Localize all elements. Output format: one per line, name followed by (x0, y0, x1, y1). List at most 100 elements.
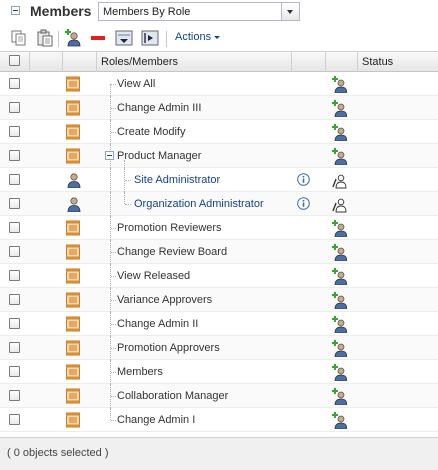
column-label: Roles/Members (101, 56, 179, 68)
role-row[interactable]: Change Review Board (0, 240, 438, 264)
role-name[interactable]: Create Modify (117, 126, 185, 138)
column-header-status[interactable]: Status (358, 52, 438, 72)
tree-line (111, 324, 116, 325)
add-member-icon[interactable] (331, 411, 348, 430)
edit-member-icon[interactable] (331, 171, 347, 189)
column-header-roles-members[interactable]: Roles/Members (97, 52, 292, 72)
toolbar-separator (58, 31, 59, 47)
actions-menu[interactable]: Actions (175, 31, 221, 43)
role-row[interactable]: View All (0, 72, 438, 96)
role-document-icon (65, 340, 81, 356)
remove-member-icon[interactable] (88, 28, 108, 48)
add-member-icon[interactable] (331, 243, 348, 262)
column-actions (326, 52, 358, 72)
row-checkbox[interactable] (9, 246, 20, 257)
selection-status: ( 0 objects selected ) (7, 447, 109, 459)
add-member-icon[interactable] (331, 147, 348, 166)
add-member-icon[interactable] (331, 363, 348, 382)
role-name[interactable]: Change Review Board (117, 246, 227, 258)
row-checkbox[interactable] (9, 126, 20, 137)
row-checkbox[interactable] (9, 174, 20, 185)
role-document-icon (65, 316, 81, 332)
role-row[interactable]: Promotion Approvers (0, 336, 438, 360)
row-checkbox[interactable] (9, 366, 20, 377)
role-name[interactable]: View Released (117, 270, 190, 282)
row-checkbox[interactable] (9, 342, 20, 353)
add-member-icon[interactable] (331, 315, 348, 334)
tree-line (124, 192, 125, 204)
role-row[interactable]: Promotion Reviewers (0, 216, 438, 240)
role-row[interactable]: Change Admin III (0, 96, 438, 120)
add-member-icon[interactable] (331, 387, 348, 406)
actions-label: Actions (175, 31, 212, 43)
column-blank-1 (30, 52, 63, 72)
grid-header: Roles/Members Status (0, 51, 438, 72)
collapse-panel-button[interactable] (11, 6, 20, 15)
member-row[interactable]: Site Administrator (0, 168, 438, 192)
tree-line (110, 408, 111, 420)
role-name[interactable]: View All (117, 78, 155, 90)
add-member-icon[interactable] (331, 123, 348, 142)
add-member-icon[interactable] (331, 99, 348, 118)
role-name[interactable]: Change Admin III (117, 102, 201, 114)
tree-line (111, 84, 116, 85)
role-document-icon (65, 220, 81, 236)
select-all-checkbox[interactable] (9, 55, 20, 66)
role-row[interactable]: Create Modify (0, 120, 438, 144)
tree-line (111, 252, 116, 253)
row-checkbox[interactable] (9, 78, 20, 89)
tree-line (111, 348, 116, 349)
add-member-icon[interactable] (331, 291, 348, 310)
member-name[interactable]: Organization Administrator (134, 198, 264, 210)
paste-icon[interactable] (35, 28, 55, 48)
role-name[interactable]: Change Admin II (117, 318, 198, 330)
chevron-down-icon[interactable] (281, 3, 299, 20)
role-row[interactable]: Change Admin I (0, 408, 438, 432)
user-icon (66, 172, 82, 189)
role-name[interactable]: Promotion Approvers (117, 342, 220, 354)
add-member-icon[interactable] (331, 267, 348, 286)
tree-line (111, 132, 116, 133)
role-row[interactable]: Change Admin II (0, 312, 438, 336)
row-checkbox[interactable] (9, 222, 20, 233)
role-row[interactable]: Product Manager (0, 144, 438, 168)
collapse-node-button[interactable] (105, 151, 114, 160)
role-row[interactable]: Collaboration Manager (0, 384, 438, 408)
info-icon[interactable] (297, 173, 310, 186)
toolbar: Actions (0, 25, 438, 52)
view-select[interactable]: Members By Role (98, 2, 300, 21)
row-checkbox[interactable] (9, 270, 20, 281)
row-checkbox[interactable] (9, 150, 20, 161)
role-row[interactable]: Members (0, 360, 438, 384)
add-member-icon[interactable] (63, 28, 83, 48)
member-row[interactable]: Organization Administrator (0, 192, 438, 216)
row-checkbox[interactable] (9, 102, 20, 113)
row-checkbox[interactable] (9, 294, 20, 305)
role-name[interactable]: Change Admin I (117, 414, 195, 426)
tree-line (111, 420, 116, 421)
add-member-icon[interactable] (331, 219, 348, 238)
role-name[interactable]: Members (117, 366, 163, 378)
column-info (292, 52, 326, 72)
row-checkbox[interactable] (9, 318, 20, 329)
role-name[interactable]: Promotion Reviewers (117, 222, 222, 234)
add-member-icon[interactable] (331, 339, 348, 358)
row-checkbox[interactable] (9, 414, 20, 425)
role-name[interactable]: Collaboration Manager (117, 390, 228, 402)
add-member-icon[interactable] (331, 75, 348, 94)
role-row[interactable]: View Released (0, 264, 438, 288)
move-to-icon[interactable] (140, 28, 160, 48)
tree-line (111, 372, 116, 373)
row-checkbox[interactable] (9, 198, 20, 209)
info-icon[interactable] (297, 197, 310, 210)
caret-down-icon (214, 35, 221, 39)
copy-icon[interactable] (9, 28, 29, 48)
edit-member-icon[interactable] (331, 195, 347, 213)
role-name[interactable]: Product Manager (117, 150, 201, 162)
filter-dropdown-icon[interactable] (114, 28, 134, 48)
member-name[interactable]: Site Administrator (134, 174, 220, 186)
row-checkbox[interactable] (9, 390, 20, 401)
tree-line (110, 84, 111, 96)
role-row[interactable]: Variance Approvers (0, 288, 438, 312)
role-name[interactable]: Variance Approvers (117, 294, 212, 306)
